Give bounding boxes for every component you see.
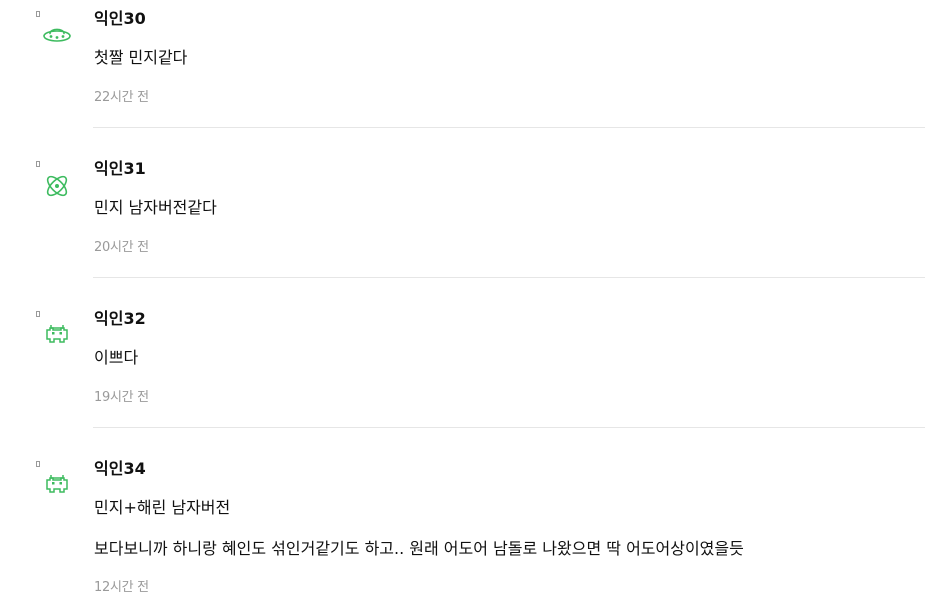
comment-divider <box>93 427 925 428</box>
comment-author[interactable]: 익인34 <box>94 459 146 479</box>
comment-timestamp: 22시간 전 <box>94 90 149 105</box>
space-invader-icon <box>40 317 74 351</box>
space-invader-icon <box>40 467 74 501</box>
comment-divider <box>93 127 925 128</box>
comment-timestamp: 20시간 전 <box>94 240 149 255</box>
comment-text: 보다보니까 하니랑 혜인도 섞인거같기도 하고.. 원래 어도어 남돌로 나왔으… <box>94 539 744 558</box>
comment-text: 이쁘다 <box>94 348 139 367</box>
ufo-icon <box>40 17 74 51</box>
comment-author[interactable]: 익인30 <box>94 9 146 29</box>
comment-text: 첫짤 민지같다 <box>94 48 188 67</box>
comment-timestamp: 12시간 전 <box>94 580 149 595</box>
comment-text: 민지 남자버전같다 <box>94 198 217 217</box>
atom-icon <box>40 169 74 203</box>
status-marker <box>36 161 40 167</box>
comment-divider <box>93 277 925 278</box>
comment-text: 민지+해린 남자버전 <box>94 498 231 517</box>
comment-timestamp: 19시간 전 <box>94 390 149 405</box>
comment-author[interactable]: 익인32 <box>94 309 146 329</box>
comment-author[interactable]: 익인31 <box>94 159 146 179</box>
